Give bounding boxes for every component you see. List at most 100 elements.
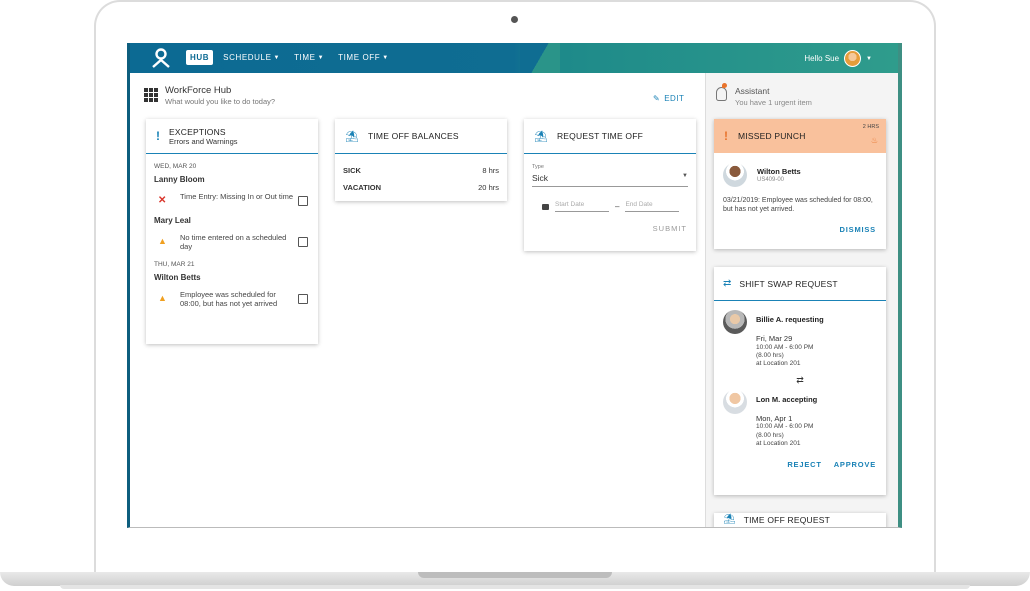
balances-card-header: ⛱ TIME OFF BALANCES	[335, 119, 507, 154]
employee-id: US409-00	[757, 177, 785, 183]
submit-button[interactable]: SUBMIT	[524, 224, 687, 233]
exception-date: WED, MAR 20	[154, 163, 197, 170]
requester-hours: (8.00 hrs)	[756, 351, 784, 359]
nav-time[interactable]: TIME ▼	[290, 50, 328, 65]
assistant-subtitle: You have 1 urgent item	[735, 98, 812, 107]
nav-time-off-label: TIME OFF	[338, 53, 381, 62]
type-select[interactable]: Sick ▼	[532, 173, 688, 187]
laptop-foot	[60, 585, 970, 589]
exception-person: Lanny Bloom	[154, 175, 205, 184]
exception-person: Mary Leal	[154, 216, 191, 225]
employee-name: Wilton Betts	[757, 167, 801, 176]
exception-checkbox[interactable]	[298, 237, 308, 247]
umbrella-icon: ⛱	[534, 130, 548, 143]
exception-text: Time Entry: Missing In or Out time	[180, 192, 294, 201]
exceptions-card: ! EXCEPTIONS Errors and Warnings WED, MA…	[146, 119, 318, 344]
assistant-title: Assistant	[735, 86, 770, 96]
requester-location: at Location 201	[756, 360, 801, 368]
avatar	[723, 163, 747, 187]
avatar	[844, 50, 862, 67]
greeting-text: Hello Sue	[804, 54, 840, 63]
main-nav: HUB SCHEDULE ▼ TIME ▼ TIME OFF ▼	[186, 50, 393, 65]
balance-value: 8 hrs	[482, 166, 499, 175]
balance-label: SICK	[343, 166, 361, 175]
nav-time-off[interactable]: TIME OFF ▼	[334, 50, 393, 65]
exception-checkbox[interactable]	[298, 293, 308, 304]
umbrella-icon: ⛱	[345, 130, 359, 143]
hub-header: WorkForce Hub What would you like to do …	[144, 85, 275, 106]
shift-swap-title: SHIFT SWAP REQUEST	[739, 278, 838, 289]
page-title: WorkForce Hub	[165, 85, 232, 96]
topbar-diagonal	[520, 43, 560, 73]
umbrella-icon: ⛱	[723, 514, 736, 525]
laptop-notch	[418, 572, 612, 578]
accepter-hours: (8.00 hrs)	[756, 431, 784, 439]
missed-punch-card: ! MISSED PUNCH 2 HRS ♨ Wilton Betts US40…	[714, 119, 886, 249]
top-nav-bar: HUB SCHEDULE ▼ TIME ▼ TIME OFF ▼ Hello Sue …	[130, 43, 898, 73]
time-off-request-card: ⛱ TIME OFF REQUEST	[714, 513, 886, 527]
assistant-header: Assistant You have 1 urgent item	[716, 83, 898, 107]
camera-dot	[511, 16, 518, 23]
user-menu[interactable]: Hello Sue ▼	[804, 50, 872, 67]
edit-label: EDIT	[664, 94, 685, 103]
accepter-time: 10:00 AM - 6:00 PM	[756, 423, 814, 431]
accepter-day: Mon, Apr 1	[756, 413, 793, 423]
hours-badge: 2 HRS	[862, 124, 879, 130]
chevron-down-icon: ▼	[273, 54, 281, 61]
warning-icon: ▲	[158, 236, 167, 246]
calendar-icon	[542, 203, 549, 210]
employee: Wilton Betts US409-00	[723, 163, 886, 187]
dismiss-button[interactable]: DISMISS	[840, 225, 876, 234]
workforce-logo-icon[interactable]	[150, 47, 172, 69]
nav-hub[interactable]: HUB	[186, 50, 214, 65]
exceptions-subtitle: Errors and Warnings	[169, 136, 238, 146]
missed-punch-actions: DISMISS	[714, 225, 876, 234]
exception-item: ✕ Time Entry: Missing In or Out time	[158, 192, 308, 206]
exceptions-card-header: ! EXCEPTIONS Errors and Warnings	[146, 119, 318, 154]
exception-checkbox[interactable]	[298, 196, 308, 206]
request-card-header: ⛱ REQUEST TIME OFF	[524, 119, 696, 154]
apps-grid-icon	[144, 88, 158, 102]
swap-requester: Billie A. requesting Fri, Mar 29 10:00 A…	[723, 310, 886, 369]
start-date-input[interactable]: Start Date	[555, 201, 609, 212]
time-off-request-title: TIME OFF REQUEST	[743, 515, 831, 525]
page-subtitle: What would you like to do today?	[165, 97, 276, 106]
shift-swap-header: ⇄ SHIFT SWAP REQUEST	[714, 267, 886, 301]
exception-text: Employee was scheduled for 08:00, but ha…	[180, 289, 278, 309]
scrollbar[interactable]	[899, 78, 902, 363]
request-title: REQUEST TIME OFF	[556, 131, 643, 141]
balance-value: 20 hrs	[478, 183, 499, 192]
assistant-panel: Assistant You have 1 urgent item ! MISSE…	[705, 73, 902, 527]
approve-button[interactable]: APPROVE	[834, 460, 876, 469]
chevron-down-icon: ▼	[866, 55, 872, 62]
accepter-location: at Location 201	[756, 440, 801, 448]
missed-punch-title: MISSED PUNCH	[738, 131, 806, 141]
lightbulb-icon	[716, 83, 727, 101]
swap-accepter: Lon M. accepting Mon, Apr 1 10:00 AM - 6…	[723, 389, 886, 449]
exception-date: THU, MAR 21	[154, 260, 195, 268]
exclamation-icon: !	[156, 129, 160, 143]
chevron-down-icon: ▼	[382, 54, 389, 61]
missed-punch-text: 03/21/2019: Employee was scheduled for 0…	[723, 197, 873, 214]
reject-button[interactable]: REJECT	[787, 460, 821, 469]
requester-time: 10:00 AM - 6:00 PM	[756, 343, 814, 351]
exception-item: ▲ No time entered on a scheduled day	[158, 233, 308, 252]
warning-icon: ▲	[158, 292, 167, 303]
chevron-down-icon: ▼	[317, 54, 325, 61]
exceptions-title: EXCEPTIONS	[169, 126, 226, 137]
edit-button[interactable]: ✎ EDIT	[653, 94, 684, 103]
request-time-off-card: ⛱ REQUEST TIME OFF Type Sick ▼ Start Dat…	[524, 119, 696, 251]
swap-arrows-icon: ⇄	[796, 374, 804, 385]
chevron-down-icon: ▼	[682, 173, 688, 179]
error-x-icon: ✕	[158, 195, 167, 206]
date-separator: –	[615, 202, 620, 211]
end-date-input[interactable]: End Date	[625, 201, 680, 212]
flame-icon: ♨	[870, 136, 878, 145]
requester-name: Billie A. requesting	[756, 315, 824, 324]
balance-row: VACATION 20 hrs	[343, 179, 499, 196]
nav-schedule-label: SCHEDULE	[223, 53, 272, 62]
exception-item: ▲ Employee was scheduled for 08:00, but …	[158, 290, 308, 309]
exception-person: Wilton Betts	[154, 272, 201, 282]
nav-schedule[interactable]: SCHEDULE ▼	[219, 50, 284, 65]
accepter-name: Lon M. accepting	[756, 394, 818, 404]
